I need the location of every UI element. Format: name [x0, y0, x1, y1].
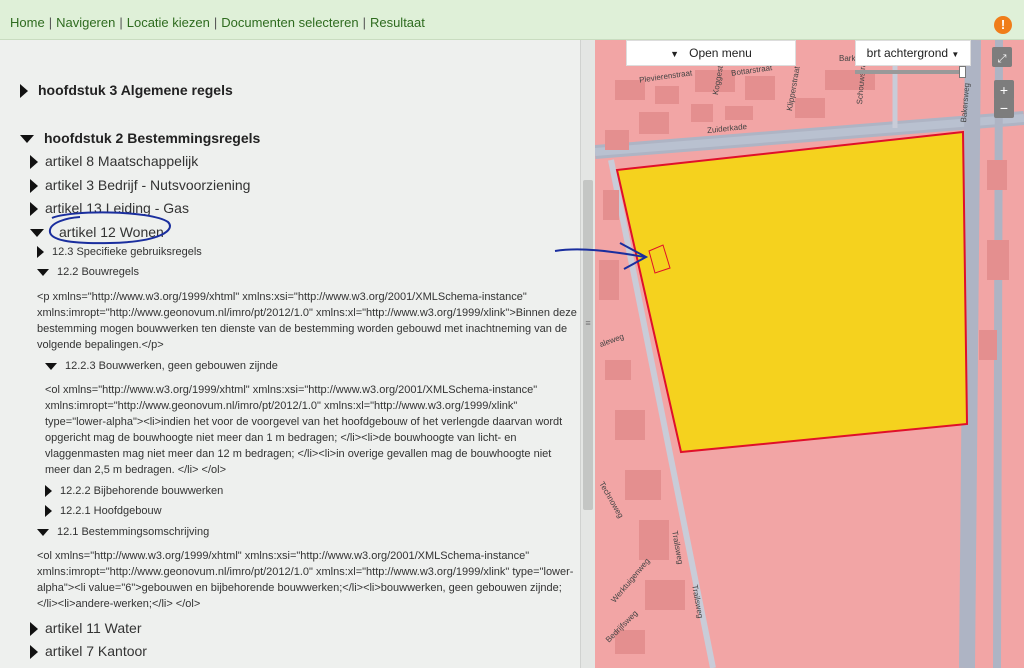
map-panel[interactable]: Plevierenstraat Bottarstraat Barkst Kogg…	[595, 40, 1024, 668]
nav-separator: |	[213, 15, 218, 30]
fullscreen-button[interactable]: ⤢	[992, 47, 1012, 67]
expand-triangle-icon[interactable]	[30, 645, 38, 660]
scrollbar-thumb[interactable]	[583, 180, 593, 510]
opacity-slider-track[interactable]	[855, 70, 965, 74]
rule-text-12-2: <p xmlns="http://www.w3.org/1999/xhtml" …	[37, 291, 577, 351]
top-navigation-bar: Home | Navigeren | Locatie kiezen | Documenten…	[0, 0, 1024, 40]
expand-triangle-icon[interactable]	[45, 505, 52, 518]
document-tree-panel: hoofdstuk 3 Algemene regels hoofdstuk 2 …	[0, 40, 595, 668]
collapse-triangle-icon[interactable]	[45, 362, 57, 370]
zoom-in-button[interactable]: +	[994, 80, 1014, 100]
tree-node-hoofdstuk-3[interactable]: hoofdstuk 3 Algemene regels	[20, 82, 233, 99]
tree-node-label: 12.3 Specifieke gebruiksregels	[52, 246, 202, 258]
tree-node-label: hoofdstuk 2 Bestemmingsregels	[44, 130, 261, 146]
document-tree: hoofdstuk 3 Algemene regels hoofdstuk 2 …	[0, 40, 580, 668]
tree-node-label: 12.2 Bouwregels	[57, 266, 139, 278]
expand-triangle-icon[interactable]	[37, 246, 44, 259]
tree-node-artikel-13[interactable]: artikel 13 Leiding - Gas	[30, 200, 189, 217]
tree-node-artikel-12[interactable]: artikel 12 Wonen	[30, 224, 164, 240]
expand-triangle-icon[interactable]	[30, 622, 38, 637]
nav-locatie-kiezen[interactable]: Locatie kiezen	[127, 15, 210, 30]
expand-triangle-icon[interactable]	[30, 155, 38, 170]
tree-node-artikel-11[interactable]: artikel 11 Water	[30, 620, 142, 637]
opacity-slider-handle[interactable]	[959, 66, 966, 78]
background-layer-select[interactable]: brt achtergrond ▼	[855, 40, 971, 66]
expand-triangle-icon[interactable]	[30, 179, 38, 194]
rule-text-12-2-3: <ol xmlns="http://www.w3.org/1999/xhtml"…	[45, 384, 563, 476]
background-layer-label: brt achtergrond	[866, 46, 949, 60]
tree-node-label: artikel 11 Water	[45, 620, 142, 636]
scrollbar-grip-icon: ≡	[585, 318, 591, 328]
tree-node-hoofdstuk-2[interactable]: hoofdstuk 2 Bestemmingsregels	[20, 130, 260, 146]
tree-node-label: 12.2.1 Hoofdgebouw	[60, 505, 162, 517]
collapse-triangle-icon[interactable]	[37, 528, 49, 536]
tree-node-12-2[interactable]: 12.2 Bouwregels	[37, 266, 139, 278]
tree-node-artikel-8[interactable]: artikel 8 Maatschappelijk	[30, 153, 199, 170]
nav-separator: |	[362, 15, 366, 30]
tree-node-artikel-3[interactable]: artikel 3 Bedrijf - Nutsvoorziening	[30, 177, 251, 194]
tree-node-artikel-7[interactable]: artikel 7 Kantoor	[30, 643, 147, 660]
rule-text-12-1: <ol xmlns="http://www.w3.org/1999/xhtml"…	[37, 550, 574, 610]
tree-node-label: 12.2.2 Bijbehorende bouwwerken	[60, 485, 224, 497]
tree-node-label: artikel 12 Wonen	[59, 224, 164, 240]
caret-down-icon: ▼	[951, 50, 960, 59]
expand-triangle-icon[interactable]	[45, 485, 52, 498]
tree-node-label: artikel 3 Bedrijf - Nutsvoorziening	[45, 177, 251, 193]
expand-triangle-icon[interactable]	[20, 84, 28, 99]
collapse-triangle-icon[interactable]	[37, 268, 49, 276]
nav-navigeren[interactable]: Navigeren	[56, 15, 115, 30]
open-menu-button[interactable]: ▼ Open menu	[626, 40, 796, 66]
zoom-out-button[interactable]: −	[994, 98, 1014, 118]
expand-icon: ⤢	[997, 53, 1007, 65]
tree-node-12-1[interactable]: 12.1 Bestemmingsomschrijving	[37, 526, 209, 538]
tree-node-label: hoofdstuk 3 Algemene regels	[38, 82, 233, 98]
nav-separator: |	[48, 15, 53, 30]
open-menu-label: Open menu	[689, 46, 752, 60]
tree-node-12-3[interactable]: 12.3 Specifieke gebruiksregels	[37, 246, 202, 259]
nav-separator: |	[119, 15, 123, 30]
map-canvas[interactable]	[595, 40, 1024, 668]
tree-scrollbar[interactable]: ≡	[580, 40, 595, 668]
tree-node-label: 12.2.3 Bouwwerken, geen gebouwen zijnde	[65, 360, 278, 372]
tree-node-label: artikel 8 Maatschappelijk	[45, 153, 199, 169]
collapse-triangle-icon[interactable]	[30, 229, 44, 238]
exclamation-icon[interactable]: !	[994, 16, 1012, 34]
caret-down-icon: ▼	[670, 49, 680, 59]
tree-node-12-2-2[interactable]: 12.2.2 Bijbehorende bouwwerken	[45, 485, 224, 498]
expand-triangle-icon[interactable]	[30, 202, 38, 217]
tree-node-label: artikel 7 Kantoor	[45, 643, 147, 659]
breadcrumb-nav: Home | Navigeren | Locatie kiezen | Documenten…	[10, 15, 425, 30]
tree-node-label: 12.1 Bestemmingsomschrijving	[57, 526, 210, 538]
tree-node-12-2-3[interactable]: 12.2.3 Bouwwerken, geen gebouwen zijnde	[45, 360, 278, 372]
nav-home[interactable]: Home	[10, 15, 45, 30]
collapse-triangle-icon[interactable]	[20, 135, 34, 144]
nav-documenten-selecteren[interactable]: Documenten selecteren	[221, 15, 358, 30]
tree-node-12-2-1[interactable]: 12.2.1 Hoofdgebouw	[45, 505, 162, 518]
nav-resultaat[interactable]: Resultaat	[370, 15, 425, 30]
tree-node-label: artikel 13 Leiding - Gas	[45, 200, 189, 216]
